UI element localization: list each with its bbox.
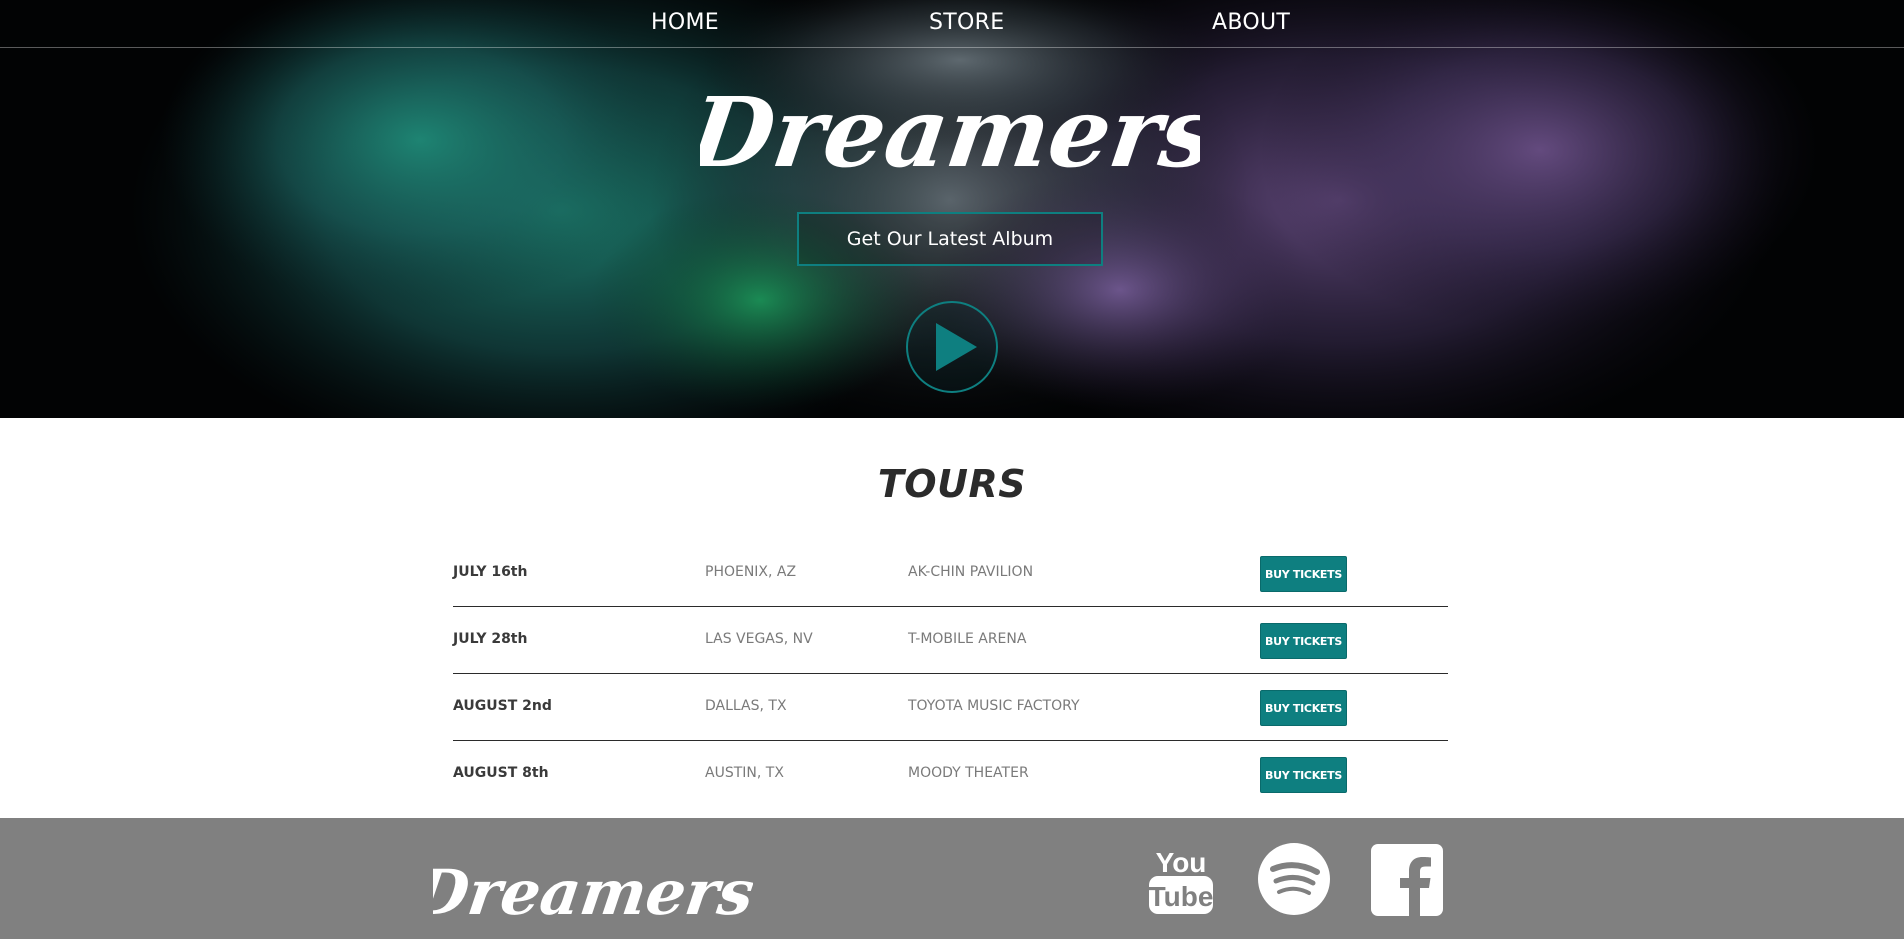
nav-store-link[interactable]: STORE [929,10,1004,35]
tour-venue: MOODY THEATER [908,765,1029,781]
top-navigation: HOME STORE ABOUT [0,0,1904,48]
tour-row: AUGUST 8th AUSTIN, TX MOODY THEATER BUY … [453,741,1448,807]
spotify-link[interactable] [1257,842,1331,920]
play-icon [936,323,977,371]
tour-venue: T-MOBILE ARENA [908,631,1027,647]
footer-brand-text: Dreamers [433,858,753,928]
latest-album-button[interactable]: Get Our Latest Album [797,212,1103,266]
tour-date: AUGUST 2nd [453,698,552,714]
tour-date: JULY 28th [453,631,528,647]
buy-tickets-button[interactable]: BUY TICKETS [1260,556,1347,592]
tour-row: JULY 28th LAS VEGAS, NV T-MOBILE ARENA B… [453,607,1448,674]
tour-date: AUGUST 8th [453,765,549,781]
youtube-link[interactable]: You Tube [1148,842,1214,920]
youtube-icon: You Tube [1149,847,1214,914]
hero-banner: HOME STORE ABOUT Dreamers Get Our Latest… [0,0,1904,418]
site-footer: Dreamers You Tube [0,818,1904,939]
tour-row: AUGUST 2nd DALLAS, TX TOYOTA MUSIC FACTO… [453,674,1448,741]
tour-venue: TOYOTA MUSIC FACTORY [908,698,1080,714]
tour-city: AUSTIN, TX [705,765,784,781]
tour-city: LAS VEGAS, NV [705,631,813,647]
tour-row: JULY 16th PHOENIX, AZ AK-CHIN PAVILION B… [453,540,1448,607]
buy-tickets-button[interactable]: BUY TICKETS [1260,757,1347,793]
buy-tickets-button[interactable]: BUY TICKETS [1260,623,1347,659]
youtube-tube-text: Tube [1149,881,1214,912]
buy-tickets-button[interactable]: BUY TICKETS [1260,690,1347,726]
tour-city: DALLAS, TX [705,698,787,714]
youtube-you-text: You [1156,847,1207,878]
tour-city: PHOENIX, AZ [705,564,797,580]
hero-brand-text: Dreamers [700,84,1200,188]
tours-table: JULY 16th PHOENIX, AZ AK-CHIN PAVILION B… [453,540,1448,807]
nav-about-link[interactable]: ABOUT [1212,10,1290,35]
tour-venue: AK-CHIN PAVILION [908,564,1034,580]
tours-heading: TOURS [877,462,1027,506]
spotify-icon [1258,843,1330,915]
facebook-link[interactable] [1371,844,1443,920]
nav-home-link[interactable]: HOME [651,10,719,35]
facebook-icon [1371,844,1443,916]
hero-brand-logo: Dreamers [700,84,1200,188]
play-button[interactable] [906,301,998,393]
footer-brand-logo[interactable]: Dreamers [433,858,753,928]
tour-date: JULY 16th [453,564,528,580]
